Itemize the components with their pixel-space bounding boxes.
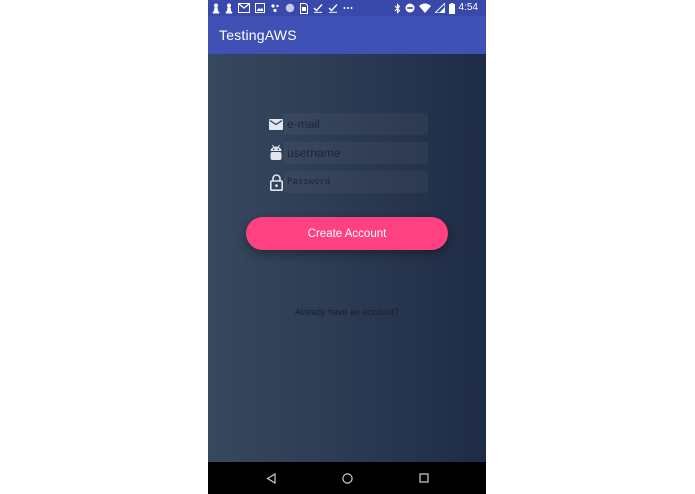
back-icon[interactable] xyxy=(263,470,279,486)
email-input[interactable] xyxy=(287,114,425,134)
password-input[interactable] xyxy=(287,172,425,192)
chess-pawn-icon xyxy=(212,3,220,13)
signup-form: Create Account Already have an account? xyxy=(208,54,486,462)
recents-icon[interactable] xyxy=(416,470,432,486)
lock-icon xyxy=(268,173,284,191)
check-icon xyxy=(313,4,323,13)
status-bar: 4:54 xyxy=(208,0,486,16)
wifi-icon xyxy=(418,3,431,13)
android-icon xyxy=(268,144,284,161)
create-account-button[interactable]: Create Account xyxy=(246,217,448,250)
navigation-bar xyxy=(208,462,486,494)
username-field-row xyxy=(268,142,428,164)
email-icon xyxy=(268,116,284,132)
notification-icons xyxy=(212,2,353,14)
check-icon xyxy=(328,4,338,13)
app-title: TestingAWS xyxy=(219,27,297,43)
email-field-row xyxy=(268,113,428,135)
signal-icon xyxy=(434,3,445,13)
system-status-icons: 4:54 xyxy=(394,2,478,14)
bluetooth-icon xyxy=(394,2,400,14)
sim-icon xyxy=(300,2,308,14)
already-have-account-link[interactable]: Already have an account? xyxy=(208,306,486,318)
do-not-disturb-icon xyxy=(405,3,415,13)
phone-screen: 4:54 TestingAWS Create xyxy=(208,0,486,494)
dots-icon xyxy=(271,4,279,13)
circle-icon xyxy=(285,3,295,13)
home-icon[interactable] xyxy=(339,470,355,486)
status-time: 4:54 xyxy=(458,2,478,13)
gmail-icon xyxy=(238,3,250,13)
app-bar: TestingAWS xyxy=(208,16,486,54)
battery-icon xyxy=(448,2,455,14)
image-icon xyxy=(255,3,265,13)
username-input[interactable] xyxy=(287,143,425,163)
password-field-row xyxy=(268,171,428,193)
more-icon xyxy=(343,7,353,9)
chess-pawn-icon xyxy=(225,3,233,13)
